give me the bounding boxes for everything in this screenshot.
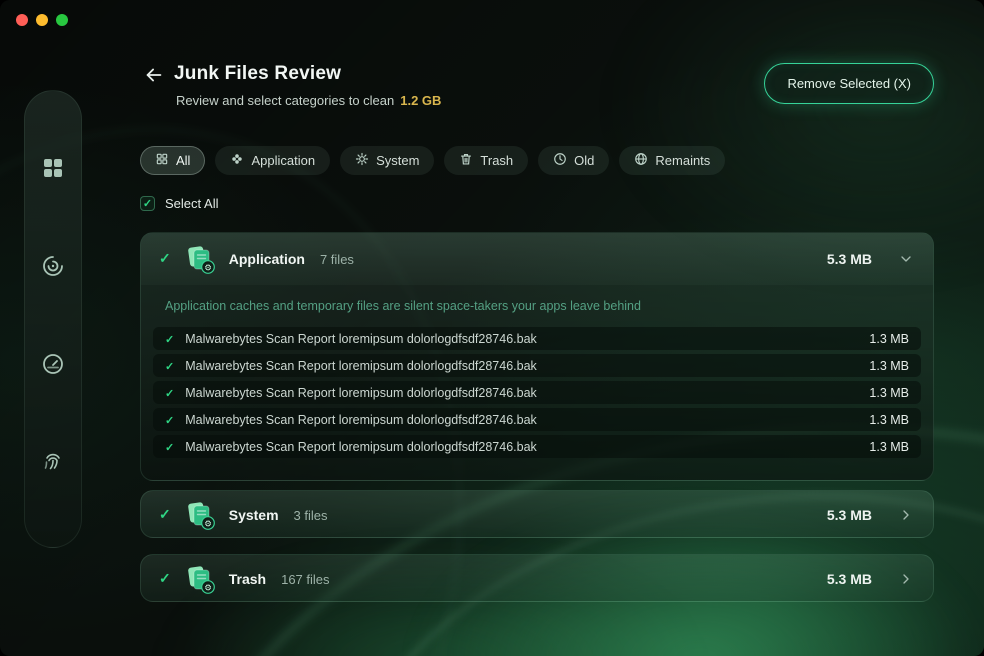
category-name: Application [229, 251, 305, 267]
filter-chip-trash[interactable]: Trash [444, 146, 528, 175]
category-count: 7 files [320, 252, 354, 267]
file-row[interactable]: Malwarebytes Scan Report loremipsum dolo… [153, 435, 921, 458]
stacked-files-gear-icon: ⚙ [184, 243, 216, 275]
zoom-button[interactable] [56, 14, 68, 26]
category-header-trash[interactable]: ⚙ Trash 167 files 5.3 MB [141, 555, 933, 602]
svg-text:⚙: ⚙ [204, 263, 212, 273]
select-all[interactable]: Select All [140, 196, 218, 211]
category-checkbox[interactable] [159, 506, 171, 524]
category-name: System [229, 507, 279, 523]
category-card-trash: ⚙ Trash 167 files 5.3 MB [140, 554, 934, 602]
arrow-left-icon [143, 64, 165, 89]
file-checkbox[interactable] [165, 411, 174, 429]
category-header-system[interactable]: ⚙ System 3 files 5.3 MB [141, 491, 933, 538]
clock-icon [553, 152, 567, 169]
minimize-button[interactable] [36, 14, 48, 26]
category-description: Application caches and temporary files a… [165, 299, 909, 313]
filter-chip-remaints[interactable]: Remaints [619, 146, 725, 175]
close-button[interactable] [16, 14, 28, 26]
file-checkbox[interactable] [165, 438, 174, 456]
sidebar-item-scanner[interactable] [39, 253, 67, 281]
grid-icon [155, 152, 169, 169]
trash-icon [459, 152, 473, 169]
filter-chip-all[interactable]: All [140, 146, 205, 175]
select-all-checkbox[interactable] [140, 196, 155, 211]
file-list: Malwarebytes Scan Report loremipsum dolo… [153, 327, 921, 458]
file-row[interactable]: Malwarebytes Scan Report loremipsum dolo… [153, 381, 921, 404]
category-header-application[interactable]: ⚙ Application 7 files 5.3 MB [141, 233, 933, 285]
filter-chip-label: System [376, 153, 419, 168]
category-body: Application caches and temporary files a… [141, 285, 933, 472]
file-row[interactable]: Malwarebytes Scan Report loremipsum dolo… [153, 354, 921, 377]
stacked-files-gear-icon: ⚙ [184, 563, 216, 595]
category-count: 167 files [281, 572, 329, 587]
category-count: 3 files [294, 508, 328, 523]
speedometer-icon [41, 352, 65, 379]
file-size: 1.3 MB [869, 386, 909, 400]
category-checkbox[interactable] [159, 570, 171, 588]
chevron-right-icon[interactable] [897, 506, 915, 524]
filter-chip-label: All [176, 153, 190, 168]
filter-chips: All Application System [140, 146, 725, 175]
total-size-value: 1.2 GB [400, 93, 441, 108]
file-checkbox[interactable] [165, 357, 174, 375]
chevron-right-icon[interactable] [897, 570, 915, 588]
remove-selected-button[interactable]: Remove Selected (X) [764, 63, 934, 104]
flower-gear-icon [230, 152, 244, 169]
subtitle-text: Review and select categories to clean [176, 93, 394, 108]
file-checkbox[interactable] [165, 330, 174, 348]
fingerprint-icon [41, 450, 65, 477]
chevron-down-icon[interactable] [897, 250, 915, 268]
page-subtitle: Review and select categories to clean 1.2… [176, 93, 441, 108]
file-name: Malwarebytes Scan Report loremipsum dolo… [185, 386, 537, 400]
file-row[interactable]: Malwarebytes Scan Report loremipsum dolo… [153, 327, 921, 350]
globe-icon [634, 152, 648, 169]
category-size: 5.3 MB [827, 571, 872, 587]
vortex-scan-icon [41, 254, 65, 281]
file-size: 1.3 MB [869, 440, 909, 454]
category-card-application: ⚙ Application 7 files 5.3 MB Application… [140, 232, 934, 481]
sidebar-item-privacy[interactable] [39, 449, 67, 477]
category-card-system: ⚙ System 3 files 5.3 MB [140, 490, 934, 538]
file-row[interactable]: Malwarebytes Scan Report loremipsum dolo… [153, 408, 921, 431]
filter-chip-system[interactable]: System [340, 146, 434, 175]
filter-chip-label: Old [574, 153, 594, 168]
page-title: Junk Files Review [174, 63, 341, 85]
filter-chip-label: Remaints [655, 153, 710, 168]
svg-text:⚙: ⚙ [204, 519, 212, 529]
file-size: 1.3 MB [869, 332, 909, 346]
file-size: 1.3 MB [869, 359, 909, 373]
filter-chip-label: Trash [480, 153, 513, 168]
filter-chip-application[interactable]: Application [215, 146, 330, 175]
filter-chip-old[interactable]: Old [538, 146, 609, 175]
file-name: Malwarebytes Scan Report loremipsum dolo… [185, 332, 537, 346]
apps-grid-icon [41, 156, 65, 183]
svg-text:⚙: ⚙ [204, 583, 212, 593]
file-name: Malwarebytes Scan Report loremipsum dolo… [185, 413, 537, 427]
gear-icon [355, 152, 369, 169]
select-all-label: Select All [165, 196, 218, 211]
window-controls [16, 14, 68, 26]
stacked-files-gear-icon: ⚙ [184, 499, 216, 531]
sidebar-item-dashboard[interactable] [39, 155, 67, 183]
file-name: Malwarebytes Scan Report loremipsum dolo… [185, 440, 537, 454]
file-checkbox[interactable] [165, 384, 174, 402]
back-button[interactable] [142, 65, 166, 87]
sidebar [24, 90, 82, 548]
category-checkbox[interactable] [159, 250, 171, 268]
file-size: 1.3 MB [869, 413, 909, 427]
category-name: Trash [229, 571, 266, 587]
category-size: 5.3 MB [827, 251, 872, 267]
filter-chip-label: Application [251, 153, 315, 168]
sidebar-item-performance[interactable] [39, 351, 67, 379]
category-size: 5.3 MB [827, 507, 872, 523]
file-name: Malwarebytes Scan Report loremipsum dolo… [185, 359, 537, 373]
app-window: Junk Files Review Review and select cate… [0, 0, 984, 656]
